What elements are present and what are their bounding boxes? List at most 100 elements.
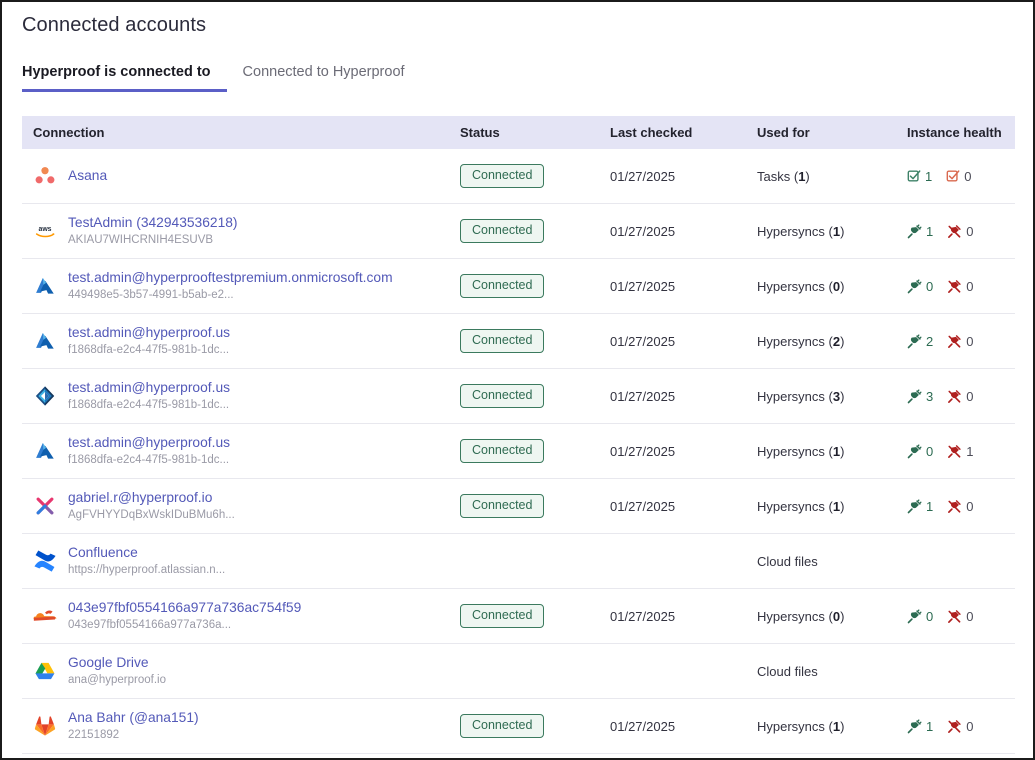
table-row[interactable]: gabriel.r@hyperproof.io AgFVHYYDqBxWskIDu… <box>22 478 1015 534</box>
instance-health-bad-count: 0 <box>964 168 972 184</box>
connection-name-link[interactable]: gabriel.r@hyperproof.io <box>68 490 212 505</box>
plug-connected-icon <box>907 498 922 514</box>
plug-disconnected-icon <box>947 444 962 459</box>
cell-last-checked: 01/27/2025 <box>610 423 757 479</box>
cell-status: Connected <box>460 368 610 424</box>
instance-health-ok-count: 1 <box>926 223 934 239</box>
cell-last-checked: 01/27/2025 <box>610 258 757 314</box>
instance-health-bad-count: 0 <box>966 498 974 514</box>
table-row[interactable]: Google Drive ana@hyperproof.io Cloud files <box>22 643 1015 699</box>
connection-name-link[interactable]: Google Drive <box>68 655 149 670</box>
table-row[interactable]: 043e97fbf0554166a977a736ac754f59 043e97fb… <box>22 588 1015 644</box>
instance-health-ok: 1 <box>907 499 933 514</box>
instance-health-ok-count: 0 <box>926 608 934 624</box>
cell-connection: aws TestAdmin (342943536218) AKIAU7WIHCRNI… <box>22 203 460 259</box>
used-for-value: Hypersyncs (0) <box>757 608 845 624</box>
cell-last-checked <box>610 643 757 699</box>
table-row[interactable]: test.admin@hyperproof.us f1868dfa-e2c4-47… <box>22 313 1015 369</box>
connection-name-link[interactable]: 043e97fbf0554166a977a736ac754f59 <box>68 600 301 615</box>
google-drive-icon <box>33 659 57 683</box>
cell-status: Connected <box>460 203 610 259</box>
plug-connected-icon <box>907 223 922 239</box>
cell-last-checked: 01/27/2025 <box>610 368 757 424</box>
cell-connection: Confluence https://hyperproof.atlassian.n… <box>22 533 460 589</box>
azure-icon <box>33 274 57 298</box>
connection-name-link[interactable]: test.admin@hyperproof.us <box>68 380 230 395</box>
instance-health-ok-count: 1 <box>925 168 933 184</box>
connection-name-link[interactable]: test.admin@hyperproof.us <box>68 435 230 450</box>
used-for-label: Hypersyncs <box>757 388 825 404</box>
plug-disconnected-icon <box>947 334 962 349</box>
column-header-last-checked[interactable]: Last checked <box>610 116 757 149</box>
cell-instance-health: 10 <box>907 698 1015 754</box>
table-row[interactable]: Confluence https://hyperproof.atlassian.n… <box>22 533 1015 589</box>
status-badge: Connected <box>460 384 545 408</box>
connection-subtitle: AgFVHYYDqBxWskIDuBMu6h... <box>68 508 235 521</box>
used-for-label: Hypersyncs <box>757 333 825 349</box>
cell-used-for: Hypersyncs (3) <box>757 368 907 424</box>
cell-used-for: Hypersyncs (2) <box>757 313 907 369</box>
instance-health-ok: 1 <box>907 719 933 734</box>
used-for-label: Hypersyncs <box>757 608 825 624</box>
tab-label: Hyperproof is connected to <box>22 64 211 80</box>
connection-name-link[interactable]: Confluence <box>68 545 138 560</box>
used-for-value: Cloud files <box>757 664 818 679</box>
column-header-used-for[interactable]: Used for <box>757 116 907 149</box>
instance-health-ok-count: 2 <box>926 333 934 349</box>
column-header-status[interactable]: Status <box>460 116 610 149</box>
cell-used-for: Hypersyncs (1) <box>757 478 907 534</box>
instance-health-ok-count: 0 <box>926 278 934 294</box>
aws-icon: aws <box>33 219 57 243</box>
last-checked-value: 01/27/2025 <box>610 498 676 514</box>
used-for-count: 2 <box>832 333 841 349</box>
table-header: Connection Status Last checked Used for … <box>22 116 1015 149</box>
cell-status: Connected <box>460 313 610 369</box>
cell-connection: test.admin@hyperproof.us f1868dfa-e2c4-47… <box>22 423 460 479</box>
used-for-value: Hypersyncs (1) <box>757 443 845 459</box>
cisco-x-icon <box>33 494 57 518</box>
used-for-count: 1 <box>832 443 841 459</box>
cell-instance-health <box>907 643 1015 699</box>
table-row[interactable]: test.admin@hyperproof.us f1868dfa-e2c4-47… <box>22 368 1015 424</box>
column-header-connection[interactable]: Connection <box>22 116 460 149</box>
connected-accounts-table: Connection Status Last checked Used for … <box>22 116 1015 754</box>
used-for-label: Hypersyncs <box>757 498 825 514</box>
cell-status: Connected <box>460 258 610 314</box>
last-checked-value: 01/27/2025 <box>610 333 676 349</box>
cell-instance-health: 01 <box>907 423 1015 479</box>
connection-name-link[interactable]: Ana Bahr (@ana151) <box>68 710 199 725</box>
task-failed-icon <box>946 169 960 183</box>
last-checked-value: 01/27/2025 <box>610 388 676 404</box>
connection-name-link[interactable]: TestAdmin (342943536218) <box>68 215 238 230</box>
connection-subtitle: f1868dfa-e2c4-47f5-981b-1dc... <box>68 453 230 466</box>
cell-status: Connected <box>460 588 610 644</box>
table-row[interactable]: Ana Bahr (@ana151) 22151892 Connected 01/27… <box>22 698 1015 754</box>
cell-connection: Ana Bahr (@ana151) 22151892 <box>22 698 460 754</box>
connection-subtitle: f1868dfa-e2c4-47f5-981b-1dc... <box>68 343 230 356</box>
cell-connection: gabriel.r@hyperproof.io AgFVHYYDqBxWskIDu… <box>22 478 460 534</box>
cell-used-for: Hypersyncs (0) <box>757 588 907 644</box>
connection-name-link[interactable]: test.admin@hyperprooftestpremium.onmicro… <box>68 270 393 285</box>
last-checked-value: 01/27/2025 <box>610 168 676 184</box>
connection-name-link[interactable]: test.admin@hyperproof.us <box>68 325 230 340</box>
plug-connected-icon <box>907 608 922 624</box>
page-title: Connected accounts <box>22 14 207 36</box>
table-row[interactable]: test.admin@hyperproof.us f1868dfa-e2c4-47… <box>22 423 1015 479</box>
tab-connected-to-hyperproof[interactable]: Connected to Hyperproof <box>227 64 421 92</box>
cell-status: Connected <box>460 423 610 479</box>
tab-hyperproof-is-connected-to[interactable]: Hyperproof is connected to <box>22 64 227 92</box>
table-row[interactable]: Asana Connected 01/27/2025 Tasks (1) 1 0 <box>22 149 1015 204</box>
used-for-label: Hypersyncs <box>757 223 825 239</box>
azure-icon <box>33 439 57 463</box>
cell-instance-health: 30 <box>907 368 1015 424</box>
last-checked-value: 01/27/2025 <box>610 718 676 734</box>
cell-connection: 043e97fbf0554166a977a736ac754f59 043e97fb… <box>22 588 460 644</box>
table-row[interactable]: test.admin@hyperprooftestpremium.onmicro… <box>22 258 1015 314</box>
table-row[interactable]: aws TestAdmin (342943536218) AKIAU7WIHCRNI… <box>22 203 1015 259</box>
column-header-instance-health[interactable]: Instance health <box>907 116 1015 149</box>
instance-health-ok: 0 <box>907 279 933 294</box>
connection-name-link[interactable]: Asana <box>68 168 107 183</box>
cell-instance-health <box>907 533 1015 589</box>
status-badge: Connected <box>460 219 545 243</box>
used-for-value: Hypersyncs (1) <box>757 718 845 734</box>
